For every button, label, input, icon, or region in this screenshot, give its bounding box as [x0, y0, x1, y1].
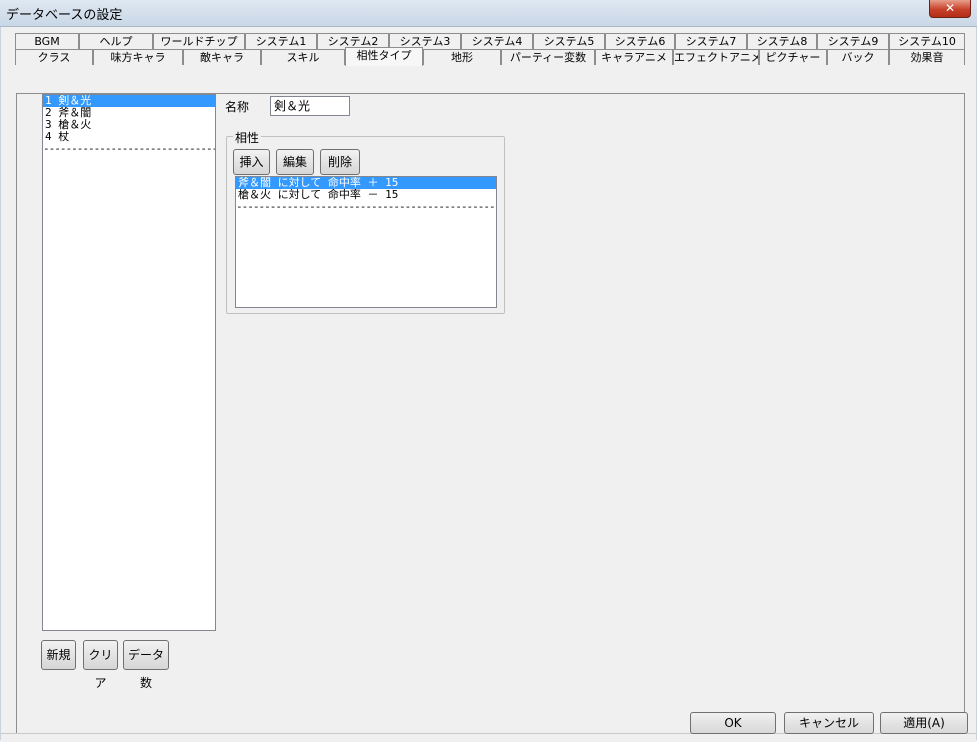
affinity-group: 相性 挿入 編集 削除 斧＆闇 に対して 命中率 ＋ 15 槍＆火 に対して 命… [226, 129, 505, 314]
list-item[interactable]: 4 杖 [43, 131, 215, 143]
tab-system6[interactable]: システム6 [605, 33, 675, 49]
tab-system5[interactable]: システム5 [533, 33, 605, 49]
tab-label: システム5 [543, 35, 595, 48]
tab-label: 効果音 [910, 51, 944, 64]
tab-back[interactable]: バック [827, 49, 889, 65]
close-icon: ✕ [944, 1, 956, 15]
tab-label: 地形 [451, 51, 473, 64]
tab-ally-chara[interactable]: 味方キャラ [93, 49, 183, 65]
tab-system8[interactable]: システム8 [747, 33, 817, 49]
tab-affinity-type[interactable]: 相性タイプ [345, 47, 423, 66]
tab-label: パーティー変数 [509, 51, 587, 64]
tab-label: システム4 [471, 35, 523, 48]
insert-button[interactable]: 挿入 [233, 149, 270, 175]
tab-label: バック [841, 51, 875, 64]
tab-label: ワールドチップ [160, 35, 238, 48]
tab-sound-effect[interactable]: 効果音 [889, 49, 965, 65]
tab-system9[interactable]: システム9 [817, 33, 889, 49]
tab-label: 味方キャラ [110, 51, 166, 64]
tab-label: エフェクトアニメ [674, 51, 759, 64]
tab-label: システム7 [685, 35, 737, 48]
tab-label: BGM [34, 35, 60, 48]
tab-chara-anime[interactable]: キャラアニメ [595, 49, 673, 65]
name-label: 名称 [225, 100, 250, 114]
tab-label: 敵キャラ [200, 51, 244, 64]
tab-label: ピクチャー [765, 51, 821, 64]
tab-label: システム1 [255, 35, 307, 48]
tab-label: システム8 [756, 35, 808, 48]
apply-button[interactable]: 適用(A) [880, 712, 968, 734]
dialog-body: BGM ヘルプ ワールドチップ システム1 システム2 システム3 システム4 … [0, 27, 977, 740]
tab-party-variables[interactable]: パーティー変数 [501, 49, 595, 65]
list-item[interactable]: 2 斧＆闇 [43, 107, 215, 119]
list-item[interactable]: 槍＆火 に対して 命中率 － 15 [236, 189, 496, 201]
tab-label: スキル [286, 51, 320, 64]
title-bar: データベースの設定 ✕ [0, 0, 977, 27]
tab-enemy-chara[interactable]: 敵キャラ [183, 49, 261, 65]
close-button[interactable]: ✕ [929, 0, 971, 18]
name-field[interactable]: 剣＆光 [270, 96, 350, 116]
list-item[interactable]: 3 槍＆火 [43, 119, 215, 131]
list-item[interactable]: 斧＆闇 に対して 命中率 ＋ 15 [236, 177, 496, 189]
tab-label: システム9 [827, 35, 879, 48]
tab-system1[interactable]: システム1 [245, 33, 317, 49]
tab-effect-anime[interactable]: エフェクトアニメ [673, 49, 759, 65]
list-separator: ----------------------------------------… [236, 201, 496, 213]
tab-terrain[interactable]: 地形 [423, 49, 501, 65]
tab-label: キャラアニメ [601, 51, 667, 64]
clear-button[interactable]: クリア [83, 640, 118, 690]
new-button[interactable]: 新規 [41, 640, 76, 670]
tab-class[interactable]: クラス [15, 49, 93, 65]
tab-system10[interactable]: システム10 [889, 33, 965, 49]
data-count-button[interactable]: データ数 [123, 640, 169, 690]
tab-world-chip[interactable]: ワールドチップ [153, 33, 245, 49]
tab-picture[interactable]: ピクチャー [759, 49, 827, 65]
list-separator: ----------------------------------------… [43, 143, 215, 155]
cancel-button[interactable]: キャンセル [784, 712, 874, 734]
tab-label: システム10 [898, 35, 956, 48]
tab-skill[interactable]: スキル [261, 49, 345, 65]
delete-button[interactable]: 削除 [320, 149, 360, 175]
tab-bgm[interactable]: BGM [15, 33, 79, 49]
tab-label: ヘルプ [99, 35, 133, 48]
tab-label: 相性タイプ [356, 49, 412, 62]
list-item[interactable]: 1 剣＆光 [43, 95, 215, 107]
tab-system4[interactable]: システム4 [461, 33, 533, 49]
affinity-group-title: 相性 [233, 129, 262, 146]
tab-label: クラス [37, 51, 71, 64]
tab-system7[interactable]: システム7 [675, 33, 747, 49]
affinity-type-list[interactable]: 1 剣＆光 2 斧＆闇 3 槍＆火 4 杖 ------------------… [42, 94, 216, 631]
window-title: データベースの設定 [6, 8, 123, 23]
tab-help[interactable]: ヘルプ [79, 33, 153, 49]
tab-label: システム6 [614, 35, 666, 48]
tab-page-affinity-type: 1 剣＆光 2 斧＆闇 3 槍＆火 4 杖 ------------------… [16, 93, 965, 734]
affinity-list[interactable]: 斧＆闇 に対して 命中率 ＋ 15 槍＆火 に対して 命中率 － 15 ----… [235, 176, 497, 308]
edit-button[interactable]: 編集 [276, 149, 314, 175]
ok-button[interactable]: OK [690, 712, 776, 734]
